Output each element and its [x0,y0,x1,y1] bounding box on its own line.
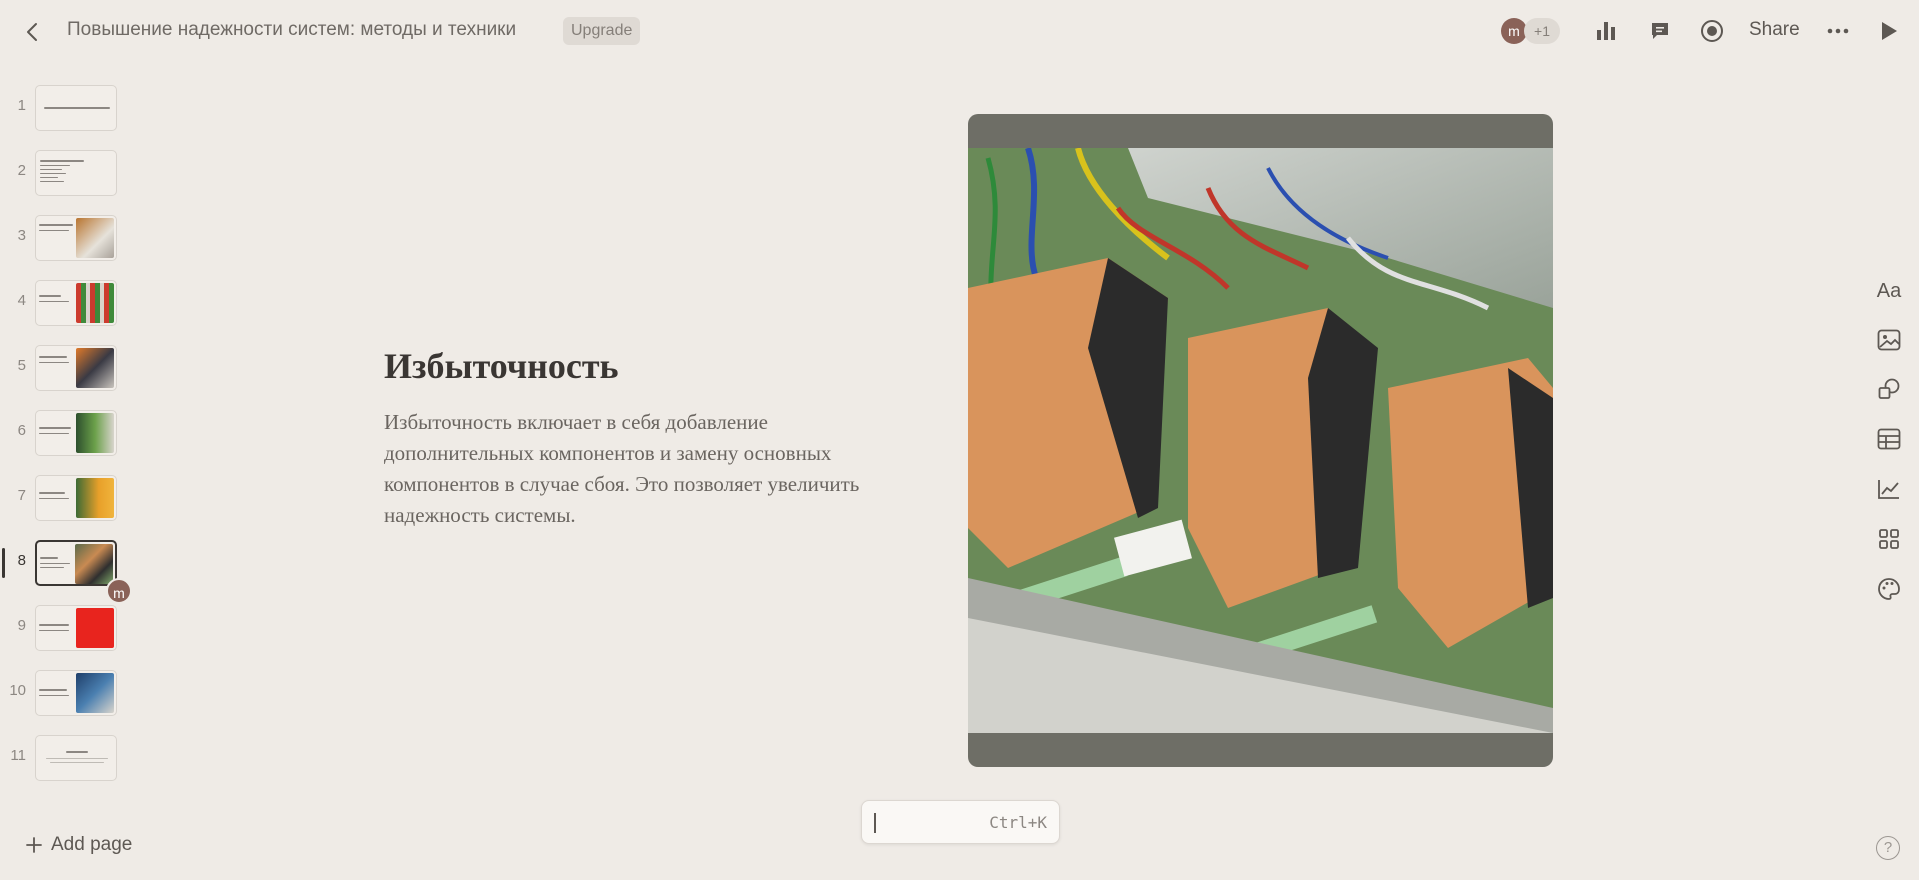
document-title[interactable]: Повышение надежности систем: методы и те… [67,19,516,41]
help-button[interactable]: ? [1876,836,1900,860]
thumbnail-number: 8 [17,552,26,569]
text-icon: Aa [1876,279,1902,302]
play-icon [1882,22,1897,40]
grid-tool[interactable] [1872,522,1906,556]
image-icon [1877,329,1901,351]
thumbnail-row[interactable]: 1 [0,85,130,131]
top-bar: Повышение надежности систем: методы и те… [0,0,1919,62]
thumbnail-avatar: m [106,578,132,604]
thumbnail-number: 4 [17,292,26,309]
table-tool[interactable] [1872,422,1906,456]
thumbnail-8[interactable] [35,540,117,586]
plus-icon [26,837,42,853]
thumbnail-11[interactable] [35,735,117,781]
thumbnail-row[interactable]: 10 [0,670,130,716]
comments-button[interactable] [1645,16,1675,46]
slide-heading[interactable]: Избыточность [384,345,619,387]
shortcut-hint: Ctrl+K [989,813,1047,832]
comment-icon [1652,23,1668,39]
thumbnail-6[interactable] [35,410,117,456]
record-button[interactable] [1697,16,1727,46]
table-icon [1877,428,1901,450]
thumbnail-number: 10 [9,682,26,699]
collaborators-count[interactable]: +1 [1524,18,1560,44]
slide-image[interactable] [968,114,1553,767]
slide-body-text[interactable]: Избыточность включает в себя добавление … [384,407,904,531]
grid-icon [1879,529,1899,549]
upgrade-button[interactable]: Upgrade [563,17,641,45]
palette-icon [1878,578,1900,600]
image-tool[interactable] [1872,323,1906,357]
thumbnail-row[interactable]: 5 [0,345,130,391]
thumbnail-number: 5 [17,357,26,374]
back-button[interactable] [18,18,46,46]
record-icon [1701,20,1723,42]
theme-tool[interactable] [1872,572,1906,606]
thumbnail-number: 6 [17,422,26,439]
analytics-button[interactable] [1591,16,1621,46]
thumbnail-number: 11 [10,747,26,764]
thumbnail-number: 1 [17,97,26,114]
thumbnail-row[interactable]: 7 [0,475,130,521]
present-button[interactable] [1874,16,1904,46]
text-cursor [874,813,876,833]
back-arrow-icon [27,23,37,41]
thumbnail-row[interactable]: 6 [0,410,130,456]
thumbnail-10[interactable] [35,670,117,716]
thumbnail-1[interactable] [35,85,117,131]
chart-icon [1878,480,1899,499]
more-icon [1827,28,1849,34]
thumbnail-4[interactable] [35,280,117,326]
thumbnail-number: 3 [17,227,26,244]
command-input[interactable]: Ctrl+K [861,800,1060,844]
thumbnail-9[interactable] [35,605,117,651]
shapes-tool[interactable] [1872,372,1906,406]
thumbnail-number: 7 [17,487,26,504]
thumbnail-7[interactable] [35,475,117,521]
thumbnail-number: 9 [17,617,26,634]
thumbnail-row[interactable]: 9 [0,605,130,651]
thumbnail-3[interactable] [35,215,117,261]
chart-tool[interactable] [1872,472,1906,506]
share-button[interactable]: Share [1749,19,1800,41]
thumbnail-row[interactable]: 4 [0,280,130,326]
add-page-label: Add page [51,834,133,855]
shapes-icon [1878,378,1900,399]
thumbnail-row-active[interactable]: 8 m [0,540,132,604]
thumbnail-5[interactable] [35,345,117,391]
thumbnail-number: 2 [17,162,26,179]
text-tool[interactable]: Aa [1872,274,1906,308]
more-button[interactable] [1823,16,1853,46]
thumbnail-row[interactable]: 3 [0,215,130,261]
server-hardware-photo [968,148,1553,733]
bar-chart-icon [1597,22,1615,40]
thumbnail-2[interactable] [35,150,117,196]
add-page-button[interactable]: Add page [25,834,132,856]
thumbnail-row[interactable]: 11 [0,735,130,781]
thumbnail-row[interactable]: 2 [0,150,130,196]
